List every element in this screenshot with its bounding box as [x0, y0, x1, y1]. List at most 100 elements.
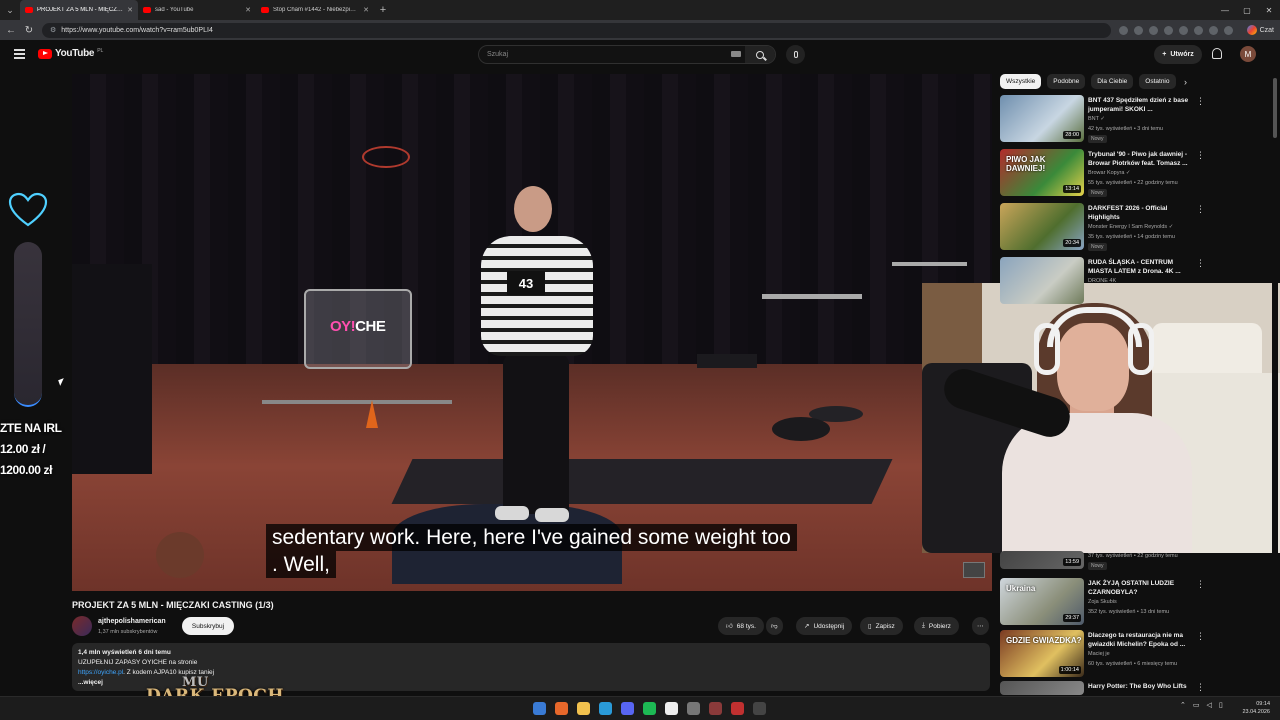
more-actions-button[interactable]: ⋯: [972, 617, 989, 635]
recommendation-channel[interactable]: BNT ✓: [1088, 115, 1105, 123]
recommendation-title[interactable]: Trybunał '90 - Piwo jak dawniej - Browar…: [1088, 150, 1192, 168]
page-scrollbar[interactable]: [1272, 74, 1278, 694]
file-explorer-icon[interactable]: [577, 702, 590, 715]
video-thumbnail[interactable]: 13:59: [1000, 551, 1084, 569]
recommendation-channel[interactable]: Zoja Skubis: [1088, 598, 1117, 606]
kebab-menu-icon[interactable]: ⋮: [1196, 151, 1205, 160]
app-icon[interactable]: [687, 702, 700, 715]
like-button[interactable]: 👍︎ 68 tys.: [718, 617, 764, 635]
description-link[interactable]: https://oyiche.pl: [78, 669, 123, 676]
profile-icon[interactable]: [1208, 25, 1218, 35]
maximize-icon[interactable]: ▢: [1236, 0, 1258, 20]
keyboard-icon[interactable]: [731, 51, 741, 57]
extension-icon[interactable]: [1178, 25, 1188, 35]
channel-name[interactable]: ajthepolishamerican: [98, 618, 166, 625]
recommendation-title[interactable]: JAK ŻYJĄ OSTATNI LUDZIE CZARNOBYLA?: [1088, 579, 1192, 597]
extension-icon[interactable]: [1193, 25, 1203, 35]
chip-for-you[interactable]: Dla Ciebie: [1091, 74, 1134, 89]
video-thumbnail[interactable]: [1000, 681, 1084, 695]
voice-search-button[interactable]: [786, 45, 805, 64]
kebab-menu-icon[interactable]: ⋮: [1196, 205, 1205, 214]
search-input[interactable]: Szukaj: [478, 45, 776, 64]
recommendation-item[interactable]: Harry Potter: The Boy Who Lifts ⋮: [1000, 681, 1205, 695]
reload-icon[interactable]: ↻: [24, 25, 34, 36]
close-window-icon[interactable]: ✕: [1258, 0, 1280, 20]
edge-icon[interactable]: [599, 702, 612, 715]
chrome-icon[interactable]: [753, 702, 766, 715]
start-icon[interactable]: [533, 702, 546, 715]
video-thumbnail[interactable]: 20:34: [1000, 203, 1084, 250]
chip-similar[interactable]: Podobne: [1047, 74, 1086, 89]
recommendation-channel[interactable]: Monster Energy I Sam Reynolds ✓: [1088, 223, 1173, 231]
video-thumbnail[interactable]: [1000, 257, 1084, 304]
chevron-right-icon[interactable]: ›: [1184, 77, 1187, 87]
video-thumbnail[interactable]: GDZIE GWIAZDKA? 1:00:14: [1000, 630, 1084, 677]
extension-icon[interactable]: [1133, 25, 1143, 35]
miniplayer-icon[interactable]: [963, 562, 985, 578]
tray-chevron-icon[interactable]: ⌃: [1180, 701, 1186, 709]
create-button[interactable]: + Utwórz: [1154, 45, 1202, 64]
save-button[interactable]: ▯ Zapisz: [860, 617, 903, 635]
spotify-icon[interactable]: [643, 702, 656, 715]
recommendation-title[interactable]: DARKFEST 2026 - Official Highlights: [1088, 204, 1192, 222]
account-avatar[interactable]: M: [1240, 46, 1256, 62]
chip-all[interactable]: Wszystkie: [1000, 74, 1042, 89]
kebab-menu-icon[interactable]: ⋮: [1196, 97, 1205, 106]
recommendation-item[interactable]: GDZIE GWIAZDKA? 1:00:14 Dlaczego ta restau…: [1000, 630, 1205, 682]
close-tab-icon[interactable]: ✕: [245, 6, 251, 14]
recommendation-channel[interactable]: Browar Kopyra ✓: [1088, 169, 1131, 177]
discord-icon[interactable]: [621, 702, 634, 715]
recommendation-title[interactable]: Dlaczego ta restauracja nie ma gwiazdki …: [1088, 631, 1192, 649]
hamburger-menu-icon[interactable]: [14, 49, 25, 59]
recommendation-item[interactable]: RUDA ŚLĄSKA - CENTRUM MIASTA LATEM z Dro…: [1000, 257, 1205, 309]
close-tab-icon[interactable]: ✕: [363, 6, 369, 14]
firefox-icon[interactable]: [555, 702, 568, 715]
recommendation-item[interactable]: 20:34 DARKFEST 2026 - Official Highlights…: [1000, 203, 1205, 255]
tab-sad[interactable]: sad - YouTube ✕: [138, 0, 256, 20]
extension-icon[interactable]: [1118, 25, 1128, 35]
recommendation-item[interactable]: Ukraina 29:37 JAK ŻYJĄ OSTATNI LUDZIE CZAR…: [1000, 578, 1205, 630]
back-icon[interactable]: ←: [6, 25, 16, 36]
recommendation-title[interactable]: BNT 437 Spędziłem dzień z base jumperami…: [1088, 96, 1192, 114]
tab-stop-cham[interactable]: Stop Cham #1442 - Niebezpiecz... ✕: [256, 0, 374, 20]
tab-active[interactable]: PROJEKT ZA 5 MLN - MIĘCZAKI ✕: [20, 0, 138, 20]
chip-recent[interactable]: Ostatnio: [1139, 74, 1176, 89]
app-icon[interactable]: [731, 702, 744, 715]
video-thumbnail[interactable]: 28:00: [1000, 95, 1084, 142]
channel-avatar[interactable]: [72, 616, 92, 636]
new-tab-button[interactable]: +: [374, 0, 392, 20]
site-info-icon[interactable]: ⚙: [50, 26, 56, 34]
dislike-button[interactable]: 👎︎: [766, 617, 783, 635]
volume-icon[interactable]: ◁: [1207, 701, 1212, 709]
minimize-icon[interactable]: —: [1214, 0, 1236, 20]
kebab-menu-icon[interactable]: ⋮: [1196, 632, 1205, 641]
subscribe-button[interactable]: Subskrybuj: [182, 617, 234, 635]
recommendation-item[interactable]: 13:59 37 tys. wyświetleń • 22 godziny tem…: [1000, 551, 1205, 577]
kebab-menu-icon[interactable]: ⋮: [1196, 683, 1205, 692]
kebab-menu-icon[interactable]: ⋮: [1196, 259, 1205, 268]
youtube-logo[interactable]: YouTube PL: [38, 48, 103, 59]
recommendation-channel[interactable]: DRONE 4K: [1088, 277, 1116, 285]
video-player[interactable]: OY!CHE 43 sedentary work. Here, here I'v…: [72, 74, 992, 591]
extension-icon[interactable]: [1163, 25, 1173, 35]
menu-icon[interactable]: [1223, 25, 1233, 35]
chat-button[interactable]: Czat: [1246, 25, 1274, 35]
video-thumbnail[interactable]: Ukraina 29:37: [1000, 578, 1084, 625]
download-button[interactable]: ⤓ Pobierz: [914, 617, 959, 635]
app-icon[interactable]: [709, 702, 722, 715]
network-icon[interactable]: ▭: [1193, 701, 1200, 709]
recommendation-channel[interactable]: Maciej je: [1088, 650, 1110, 658]
battery-icon[interactable]: ▯: [1219, 701, 1223, 709]
recommendation-title[interactable]: Harry Potter: The Boy Who Lifts: [1088, 682, 1192, 691]
kebab-menu-icon[interactable]: ⋮: [1196, 580, 1205, 589]
video-description[interactable]: 1,4 mln wyświetleń 6 dni temu UZUPEŁNIJ …: [72, 643, 990, 691]
video-thumbnail[interactable]: PIWO JAK DAWNIEJ! 13:14: [1000, 149, 1084, 196]
recommendation-item[interactable]: 28:00 BNT 437 Spędziłem dzień z base jump…: [1000, 95, 1205, 147]
scrollbar-thumb[interactable]: [1273, 78, 1277, 138]
close-tab-icon[interactable]: ✕: [127, 6, 133, 14]
tab-search-icon[interactable]: ⌄: [0, 0, 20, 20]
recommendation-item[interactable]: PIWO JAK DAWNIEJ! 13:14 Trybunał '90 - Piw…: [1000, 149, 1205, 201]
recommendation-title[interactable]: RUDA ŚLĄSKA - CENTRUM MIASTA LATEM z Dro…: [1088, 258, 1192, 276]
system-clock[interactable]: 09:14 23.04.2026: [1240, 700, 1270, 716]
share-button[interactable]: ↗ Udostępnij: [796, 617, 853, 635]
